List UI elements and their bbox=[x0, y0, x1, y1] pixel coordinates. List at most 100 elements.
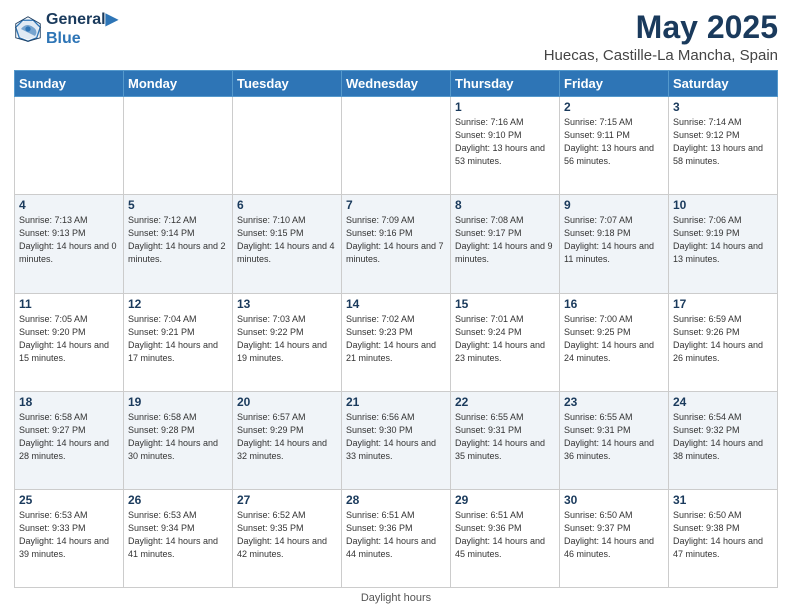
calendar-cell: 28 Sunrise: 6:51 AM Sunset: 9:36 PM Dayli… bbox=[342, 489, 451, 587]
day-info: Sunrise: 7:02 AM Sunset: 9:23 PM Dayligh… bbox=[346, 313, 446, 365]
calendar-day-header: Sunday bbox=[15, 71, 124, 97]
calendar-header-row: SundayMondayTuesdayWednesdayThursdayFrid… bbox=[15, 71, 778, 97]
calendar-table: SundayMondayTuesdayWednesdayThursdayFrid… bbox=[14, 70, 778, 588]
day-number: 17 bbox=[673, 297, 773, 311]
subtitle: Huecas, Castille-La Mancha, Spain bbox=[544, 47, 778, 64]
calendar-cell: 2 Sunrise: 7:15 AM Sunset: 9:11 PM Daylig… bbox=[560, 97, 669, 195]
day-number: 31 bbox=[673, 493, 773, 507]
day-number: 28 bbox=[346, 493, 446, 507]
day-info: Sunrise: 6:53 AM Sunset: 9:33 PM Dayligh… bbox=[19, 509, 119, 561]
calendar-week-row: 11 Sunrise: 7:05 AM Sunset: 9:20 PM Dayli… bbox=[15, 293, 778, 391]
day-info: Sunrise: 6:53 AM Sunset: 9:34 PM Dayligh… bbox=[128, 509, 228, 561]
calendar-cell: 13 Sunrise: 7:03 AM Sunset: 9:22 PM Dayli… bbox=[233, 293, 342, 391]
day-number: 20 bbox=[237, 395, 337, 409]
day-number: 29 bbox=[455, 493, 555, 507]
day-number: 24 bbox=[673, 395, 773, 409]
day-info: Sunrise: 7:05 AM Sunset: 9:20 PM Dayligh… bbox=[19, 313, 119, 365]
day-number: 10 bbox=[673, 198, 773, 212]
calendar-cell: 14Sunrise: 7:02 AM Sunset: 9:23 PM Dayli… bbox=[342, 293, 451, 391]
header: General▶ Blue May 2025 Huecas, Castille-… bbox=[14, 10, 778, 64]
day-info: Sunrise: 6:58 AM Sunset: 9:28 PM Dayligh… bbox=[128, 411, 228, 463]
day-number: 4 bbox=[19, 198, 119, 212]
day-info: Sunrise: 6:55 AM Sunset: 9:31 PM Dayligh… bbox=[564, 411, 664, 463]
day-info: Sunrise: 7:03 AM Sunset: 9:22 PM Dayligh… bbox=[237, 313, 337, 365]
day-info: Sunrise: 6:50 AM Sunset: 9:37 PM Dayligh… bbox=[564, 509, 664, 561]
day-number: 7 bbox=[346, 198, 446, 212]
footer: Daylight hours bbox=[14, 592, 778, 604]
calendar-cell bbox=[15, 97, 124, 195]
title-block: May 2025 Huecas, Castille-La Mancha, Spa… bbox=[544, 10, 778, 64]
calendar-cell: 3Sunrise: 7:14 AM Sunset: 9:12 PM Daylig… bbox=[669, 97, 778, 195]
day-number: 30 bbox=[564, 493, 664, 507]
calendar-cell: 10Sunrise: 7:06 AM Sunset: 9:19 PM Dayli… bbox=[669, 195, 778, 293]
logo: General▶ Blue bbox=[14, 10, 118, 48]
calendar-day-header: Friday bbox=[560, 71, 669, 97]
calendar-cell: 12 Sunrise: 7:04 AM Sunset: 9:21 PM Dayli… bbox=[124, 293, 233, 391]
calendar-cell: 25 Sunrise: 6:53 AM Sunset: 9:33 PM Dayli… bbox=[15, 489, 124, 587]
calendar-cell: 27Sunrise: 6:52 AM Sunset: 9:35 PM Dayli… bbox=[233, 489, 342, 587]
day-number: 22 bbox=[455, 395, 555, 409]
calendar-cell: 5Sunrise: 7:12 AM Sunset: 9:14 PM Daylig… bbox=[124, 195, 233, 293]
calendar-day-header: Wednesday bbox=[342, 71, 451, 97]
day-number: 2 bbox=[564, 100, 664, 114]
day-info: Sunrise: 6:59 AM Sunset: 9:26 PM Dayligh… bbox=[673, 313, 773, 365]
day-number: 9 bbox=[564, 198, 664, 212]
calendar-week-row: 4 Sunrise: 7:13 AM Sunset: 9:13 PM Daylig… bbox=[15, 195, 778, 293]
calendar-day-header: Tuesday bbox=[233, 71, 342, 97]
logo-text: General▶ Blue bbox=[46, 10, 118, 48]
calendar-week-row: 1Sunrise: 7:16 AM Sunset: 9:10 PM Daylig… bbox=[15, 97, 778, 195]
calendar-cell bbox=[124, 97, 233, 195]
calendar-cell: 24Sunrise: 6:54 AM Sunset: 9:32 PM Dayli… bbox=[669, 391, 778, 489]
day-number: 8 bbox=[455, 198, 555, 212]
day-info: Sunrise: 7:04 AM Sunset: 9:21 PM Dayligh… bbox=[128, 313, 228, 365]
day-number: 19 bbox=[128, 395, 228, 409]
day-number: 16 bbox=[564, 297, 664, 311]
calendar-cell: 21Sunrise: 6:56 AM Sunset: 9:30 PM Dayli… bbox=[342, 391, 451, 489]
calendar-cell: 7Sunrise: 7:09 AM Sunset: 9:16 PM Daylig… bbox=[342, 195, 451, 293]
day-info: Sunrise: 7:01 AM Sunset: 9:24 PM Dayligh… bbox=[455, 313, 555, 365]
day-number: 21 bbox=[346, 395, 446, 409]
calendar-cell: 1Sunrise: 7:16 AM Sunset: 9:10 PM Daylig… bbox=[451, 97, 560, 195]
day-number: 15 bbox=[455, 297, 555, 311]
day-info: Sunrise: 6:50 AM Sunset: 9:38 PM Dayligh… bbox=[673, 509, 773, 561]
day-info: Sunrise: 6:51 AM Sunset: 9:36 PM Dayligh… bbox=[455, 509, 555, 561]
day-number: 5 bbox=[128, 198, 228, 212]
calendar-cell: 16Sunrise: 7:00 AM Sunset: 9:25 PM Dayli… bbox=[560, 293, 669, 391]
calendar-cell: 17 Sunrise: 6:59 AM Sunset: 9:26 PM Dayli… bbox=[669, 293, 778, 391]
day-info: Sunrise: 7:10 AM Sunset: 9:15 PM Dayligh… bbox=[237, 214, 337, 266]
calendar-cell bbox=[233, 97, 342, 195]
calendar-cell: 22 Sunrise: 6:55 AM Sunset: 9:31 PM Dayli… bbox=[451, 391, 560, 489]
calendar-cell: 18Sunrise: 6:58 AM Sunset: 9:27 PM Dayli… bbox=[15, 391, 124, 489]
day-number: 26 bbox=[128, 493, 228, 507]
day-number: 25 bbox=[19, 493, 119, 507]
calendar-cell: 20 Sunrise: 6:57 AM Sunset: 9:29 PM Dayli… bbox=[233, 391, 342, 489]
footer-label: Daylight hours bbox=[361, 592, 431, 604]
day-info: Sunrise: 6:55 AM Sunset: 9:31 PM Dayligh… bbox=[455, 411, 555, 463]
day-number: 11 bbox=[19, 297, 119, 311]
calendar-cell: 23 Sunrise: 6:55 AM Sunset: 9:31 PM Dayli… bbox=[560, 391, 669, 489]
calendar-day-header: Thursday bbox=[451, 71, 560, 97]
calendar-cell: 30 Sunrise: 6:50 AM Sunset: 9:37 PM Dayli… bbox=[560, 489, 669, 587]
day-info: Sunrise: 7:07 AM Sunset: 9:18 PM Dayligh… bbox=[564, 214, 664, 266]
day-number: 18 bbox=[19, 395, 119, 409]
calendar-cell: 4 Sunrise: 7:13 AM Sunset: 9:13 PM Daylig… bbox=[15, 195, 124, 293]
calendar-cell: 8Sunrise: 7:08 AM Sunset: 9:17 PM Daylig… bbox=[451, 195, 560, 293]
day-number: 23 bbox=[564, 395, 664, 409]
page: General▶ Blue May 2025 Huecas, Castille-… bbox=[0, 0, 792, 612]
logo-icon bbox=[14, 15, 42, 43]
day-info: Sunrise: 6:57 AM Sunset: 9:29 PM Dayligh… bbox=[237, 411, 337, 463]
calendar-cell: 9 Sunrise: 7:07 AM Sunset: 9:18 PM Daylig… bbox=[560, 195, 669, 293]
calendar-cell: 19 Sunrise: 6:58 AM Sunset: 9:28 PM Dayli… bbox=[124, 391, 233, 489]
day-info: Sunrise: 7:16 AM Sunset: 9:10 PM Dayligh… bbox=[455, 116, 555, 168]
day-info: Sunrise: 7:13 AM Sunset: 9:13 PM Dayligh… bbox=[19, 214, 119, 266]
calendar-cell: 6 Sunrise: 7:10 AM Sunset: 9:15 PM Daylig… bbox=[233, 195, 342, 293]
calendar-cell: 31 Sunrise: 6:50 AM Sunset: 9:38 PM Dayli… bbox=[669, 489, 778, 587]
day-info: Sunrise: 7:15 AM Sunset: 9:11 PM Dayligh… bbox=[564, 116, 664, 168]
day-number: 6 bbox=[237, 198, 337, 212]
day-number: 13 bbox=[237, 297, 337, 311]
day-info: Sunrise: 7:14 AM Sunset: 9:12 PM Dayligh… bbox=[673, 116, 773, 168]
calendar-cell: 29 Sunrise: 6:51 AM Sunset: 9:36 PM Dayli… bbox=[451, 489, 560, 587]
day-info: Sunrise: 6:51 AM Sunset: 9:36 PM Dayligh… bbox=[346, 509, 446, 561]
calendar-day-header: Saturday bbox=[669, 71, 778, 97]
day-number: 12 bbox=[128, 297, 228, 311]
